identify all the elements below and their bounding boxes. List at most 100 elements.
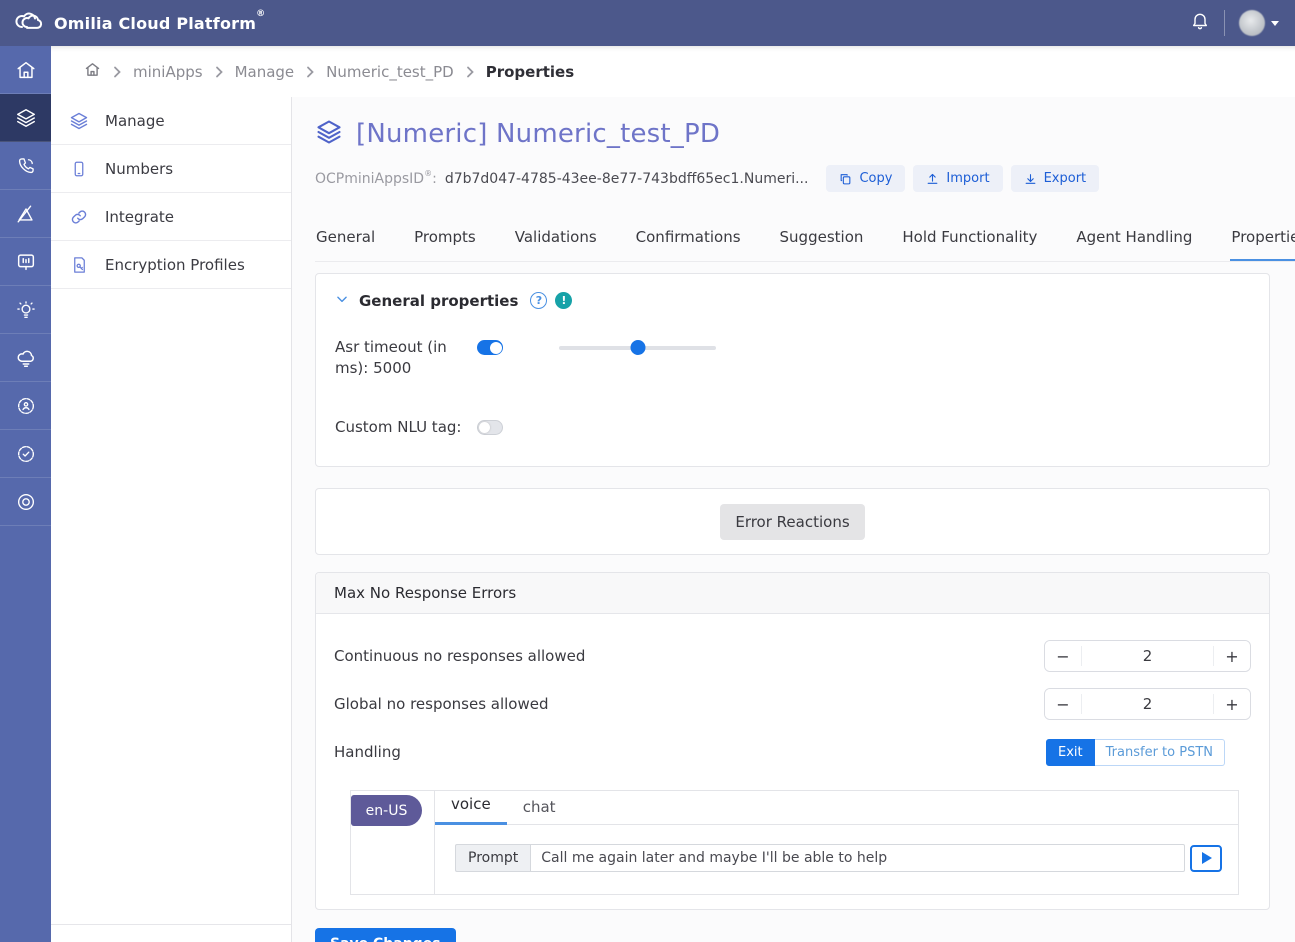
- custom-nlu-tag-label: Custom NLU tag:: [335, 417, 477, 438]
- brand-name: Omilia Cloud Platform®: [54, 14, 265, 33]
- secondary-sidebar: Manage Numbers: [51, 97, 292, 942]
- handling-option-exit[interactable]: Exit: [1046, 739, 1095, 766]
- sidebar-item-integrate[interactable]: Integrate: [51, 193, 291, 241]
- rail-item-insights[interactable]: [0, 286, 51, 334]
- rail-item-call[interactable]: [0, 142, 51, 190]
- caret-down-icon[interactable]: [1271, 21, 1279, 26]
- rail-item-home[interactable]: [0, 46, 51, 94]
- tab-validations[interactable]: Validations: [514, 222, 598, 262]
- increment-button[interactable]: +: [1214, 641, 1250, 671]
- layers-icon: [15, 107, 37, 129]
- tab-properties[interactable]: Properties: [1230, 222, 1295, 262]
- max-no-response-card: Max No Response Errors Continuous no res…: [315, 572, 1270, 910]
- layers-icon: [69, 111, 89, 131]
- chevron-down-icon[interactable]: [335, 291, 349, 310]
- user-menu[interactable]: [1239, 10, 1279, 36]
- general-properties-card: General properties ? ! Asr timeout (in m…: [315, 273, 1270, 467]
- rail-item-quality[interactable]: [0, 430, 51, 478]
- handling-segmented-control: Exit Transfer to PSTN: [1046, 739, 1225, 766]
- lifebuoy-icon: [15, 491, 37, 513]
- breadcrumb-manage[interactable]: Manage: [235, 63, 295, 81]
- prompt-input[interactable]: [530, 844, 1185, 872]
- rail-item-miniapps[interactable]: [0, 94, 51, 142]
- save-changes-button[interactable]: Save Changes: [315, 928, 456, 942]
- prompt-label: Prompt: [455, 844, 530, 872]
- tab-hold-functionality[interactable]: Hold Functionality: [901, 222, 1038, 262]
- info-icon: !: [555, 292, 572, 309]
- stepper-value[interactable]: 2: [1082, 689, 1213, 719]
- chevron-right-icon: [215, 66, 223, 78]
- channel-tab-chat[interactable]: chat: [507, 798, 572, 825]
- decrement-button[interactable]: −: [1045, 689, 1081, 719]
- continuous-no-responses-stepper: − 2 +: [1044, 640, 1251, 672]
- sidebar-item-encryption-profiles[interactable]: Encryption Profiles: [51, 241, 291, 289]
- notifications-bell-icon[interactable]: [1190, 10, 1210, 36]
- mobile-icon: [69, 159, 89, 179]
- sidebar-item-label: Integrate: [105, 208, 174, 226]
- breadcrumb-current: Properties: [486, 63, 574, 81]
- home-icon[interactable]: [84, 61, 101, 82]
- layers-icon: [315, 118, 343, 150]
- increment-button[interactable]: +: [1214, 689, 1250, 719]
- global-no-responses-label: Global no responses allowed: [334, 695, 549, 713]
- export-button[interactable]: Export: [1011, 165, 1100, 192]
- home-icon: [15, 59, 37, 81]
- chevron-right-icon: [306, 66, 314, 78]
- channel-tab-voice[interactable]: voice: [435, 795, 507, 825]
- export-label: Export: [1044, 171, 1087, 186]
- chat-bars-icon: [15, 251, 37, 273]
- avatar[interactable]: [1239, 10, 1265, 36]
- decrement-button[interactable]: −: [1045, 641, 1081, 671]
- stepper-value[interactable]: 2: [1082, 641, 1213, 671]
- sidebar-item-label: Encryption Profiles: [105, 256, 245, 274]
- rail-item-cloud-deploy[interactable]: [0, 334, 51, 382]
- sidebar-item-label: Manage: [105, 112, 165, 130]
- copy-button[interactable]: Copy: [826, 165, 905, 192]
- cloud-lines-icon: [15, 347, 37, 369]
- tab-prompts[interactable]: Prompts: [413, 222, 477, 262]
- global-no-responses-stepper: − 2 +: [1044, 688, 1251, 720]
- miniapps-id-value: d7b7d047-4785-43ee-8e77-743bdff65ec1.Num…: [445, 171, 809, 187]
- rail-item-user-settings[interactable]: [0, 382, 51, 430]
- breadcrumb-miniapps[interactable]: miniApps: [133, 63, 203, 81]
- breadcrumb-app[interactable]: Numeric_test_PD: [326, 63, 454, 81]
- handling-label: Handling: [334, 743, 401, 761]
- chevron-right-icon: [466, 66, 474, 78]
- asr-timeout-toggle[interactable]: [477, 340, 503, 355]
- locale-prompt-table: en-US voice chat Prompt: [350, 790, 1239, 895]
- channel-tab-bar: voice chat: [435, 791, 1238, 825]
- main-content: [Numeric] Numeric_test_PD OCPminiAppsID®…: [292, 97, 1295, 942]
- tab-suggestion[interactable]: Suggestion: [779, 222, 865, 262]
- lightbulb-icon: [15, 299, 37, 321]
- rail-item-metrics[interactable]: [0, 190, 51, 238]
- custom-nlu-tag-toggle[interactable]: [477, 420, 503, 435]
- tab-confirmations[interactable]: Confirmations: [635, 222, 742, 262]
- cloud-logo-icon: [14, 10, 44, 36]
- icon-rail: [0, 46, 51, 942]
- sidebar-divider: [51, 924, 291, 925]
- locale-tab-en-us[interactable]: en-US: [351, 795, 422, 826]
- sidebar-item-label: Numbers: [105, 160, 173, 178]
- import-button[interactable]: Import: [913, 165, 1002, 192]
- triangle-ruler-icon: [15, 203, 37, 225]
- upload-icon: [926, 172, 939, 186]
- error-reactions-card: Error Reactions: [315, 488, 1270, 555]
- tab-agent-handling[interactable]: Agent Handling: [1075, 222, 1193, 262]
- error-reactions-button[interactable]: Error Reactions: [720, 504, 864, 540]
- header-divider: [1224, 10, 1225, 36]
- slider-thumb[interactable]: [630, 340, 645, 355]
- sidebar-item-numbers[interactable]: Numbers: [51, 145, 291, 193]
- sidebar-item-manage[interactable]: Manage: [51, 97, 291, 145]
- play-icon: [1202, 852, 1212, 864]
- play-prompt-button[interactable]: [1190, 845, 1222, 872]
- tab-general[interactable]: General: [315, 222, 376, 262]
- handling-option-transfer-pstn[interactable]: Transfer to PSTN: [1095, 739, 1225, 766]
- help-icon[interactable]: ?: [530, 292, 547, 309]
- copy-icon: [839, 172, 852, 186]
- rail-item-support[interactable]: [0, 478, 51, 526]
- copy-label: Copy: [859, 171, 892, 186]
- import-label: Import: [946, 171, 989, 186]
- rail-item-conversations[interactable]: [0, 238, 51, 286]
- brand: Omilia Cloud Platform®: [14, 10, 265, 36]
- asr-timeout-slider[interactable]: [559, 340, 716, 355]
